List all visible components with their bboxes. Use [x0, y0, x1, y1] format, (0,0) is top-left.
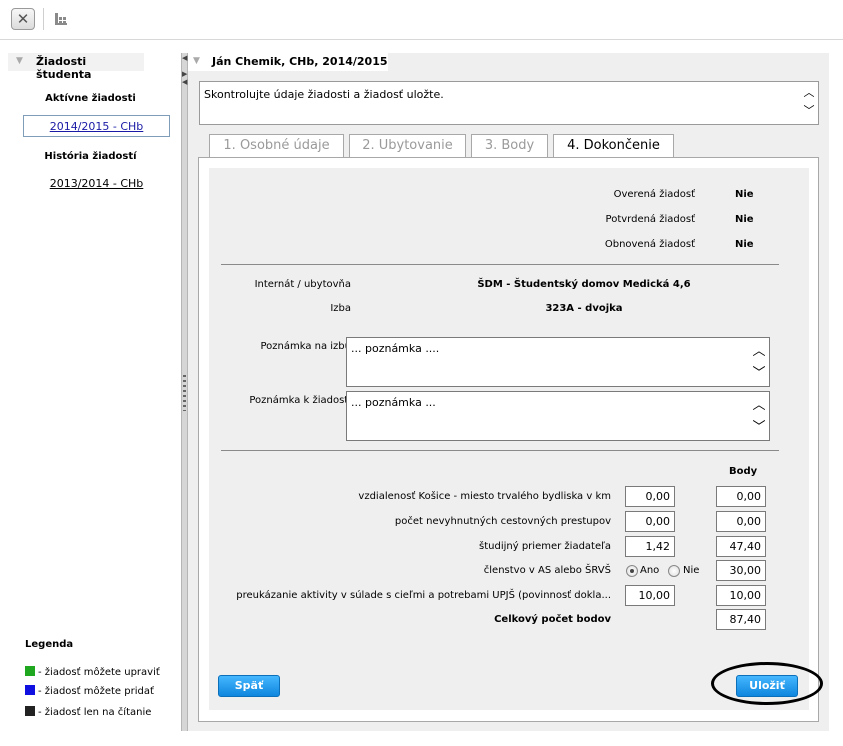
membership-yes-radio[interactable] — [626, 565, 638, 577]
info-message: Skontrolujte údaje žiadosti a žiadosť ul… — [204, 88, 444, 101]
history-heading: História žiadostí — [44, 151, 137, 162]
history-request-link[interactable]: 2013/2014 - CHb — [23, 177, 170, 190]
legend-item: - žiadosť môžete pridať — [25, 685, 154, 697]
scroll-down-icon: ﹀ — [752, 420, 766, 435]
gpa-input[interactable]: 1,42 — [625, 536, 675, 557]
gpa-label: študijný priemer žiadateľa — [479, 541, 611, 552]
membership-no-label[interactable]: Nie — [683, 565, 699, 576]
transfers-input[interactable]: 0,00 — [625, 511, 675, 532]
scroll-arrows[interactable]: ︿ ﹀ — [751, 341, 767, 385]
confirmed-label: Potvrdená žiadosť — [605, 214, 695, 225]
legend-swatch-green — [25, 666, 35, 676]
activity-label: preukázanie aktivity v súlade s cieľmi a… — [236, 590, 611, 601]
distance-points: 0,00 — [716, 486, 766, 507]
active-requests-heading: Aktívne žiadosti — [45, 93, 136, 104]
membership-no-radio[interactable] — [668, 565, 680, 577]
main-header[interactable]: ▼ Ján Chemik, CHb, 2014/2015 — [188, 53, 388, 71]
scroll-up-icon: ︿ — [752, 398, 766, 413]
transfers-label: počet nevyhnutných cestovných prestupov — [394, 516, 611, 527]
active-request-link[interactable]: 2014/2015 - CHb — [23, 115, 170, 137]
dorm-label: Internát / ubytovňa — [254, 279, 351, 290]
info-message-box: Skontrolujte údaje žiadosti a žiadosť ul… — [199, 81, 819, 125]
room-note-text: ... poznámka .... — [351, 342, 440, 355]
legend-title: Legenda — [25, 639, 74, 650]
grid-icon[interactable] — [54, 12, 68, 26]
confirmed-value: Nie — [735, 214, 754, 225]
save-highlight-ring — [711, 662, 823, 705]
total-points: 87,40 — [716, 609, 766, 630]
request-note-label: Poznámka k žiadosti — [249, 395, 351, 406]
scroll-up-icon: ︿ — [803, 86, 815, 99]
room-note-field[interactable]: ... poznámka .... ︿ ﹀ — [346, 337, 770, 387]
tab-points[interactable]: 3. Body — [471, 134, 548, 157]
collapse-triangle-icon[interactable]: ▼ — [193, 56, 200, 66]
tab-panel: Overená žiadosť Nie Potvrdená žiadosť Ni… — [198, 157, 819, 722]
splitter-grip[interactable] — [183, 375, 186, 411]
legend-item: - žiadosť môžete upraviť — [25, 666, 160, 678]
total-label: Celkový počet bodov — [494, 614, 611, 625]
verified-value: Nie — [735, 189, 754, 200]
membership-label: členstvo v AS alebo ŠRVŠ — [483, 565, 611, 576]
main-panel: ▼ Ján Chemik, CHb, 2014/2015 Skontrolujt… — [188, 53, 829, 731]
scroll-down-icon: ﹀ — [803, 104, 815, 117]
request-note-text: ... poznámka ... — [351, 396, 436, 409]
completion-content: Overená žiadosť Nie Potvrdená žiadosť Ni… — [209, 168, 809, 710]
legend-swatch-black — [25, 706, 35, 716]
back-button[interactable]: Späť — [218, 675, 280, 697]
sidebar: ▼ Žiadosti študenta Aktívne žiadosti 201… — [0, 53, 181, 731]
divider — [221, 264, 779, 265]
divider — [221, 450, 779, 451]
scroll-up-icon: ︿ — [752, 344, 766, 359]
room-label: Izba — [330, 303, 351, 314]
membership-points: 30,00 — [716, 560, 766, 581]
distance-input[interactable]: 0,00 — [625, 486, 675, 507]
request-note-field[interactable]: ... poznámka ... ︿ ﹀ — [346, 391, 770, 441]
panel-splitter[interactable]: ◀ ▶ ◀ — [181, 53, 188, 731]
legend-item: - žiadosť len na čítanie — [25, 706, 151, 718]
membership-yes-label[interactable]: Ano — [640, 565, 659, 576]
tab-personal-data[interactable]: 1. Osobné údaje — [209, 134, 344, 157]
expand-right-arrow-icon[interactable]: ▶ — [182, 71, 187, 78]
gpa-points: 47,40 — [716, 536, 766, 557]
tab-accommodation[interactable]: 2. Ubytovanie — [349, 134, 466, 157]
toolbar: ✕ — [0, 0, 843, 40]
close-icon: ✕ — [16, 10, 30, 28]
transfers-points: 0,00 — [716, 511, 766, 532]
sidebar-title: Žiadosti študenta — [36, 55, 92, 81]
activity-input[interactable]: 10,00 — [625, 585, 675, 606]
dorm-value: ŠDM - Študentský domov Medická 4,6 — [477, 279, 691, 290]
legend-swatch-blue — [25, 685, 35, 695]
close-button[interactable]: ✕ — [11, 8, 35, 30]
points-header: Body — [729, 466, 758, 477]
distance-label: vzdialenosť Košice - miesto trvalého byd… — [358, 491, 611, 502]
room-value: 323A - dvojka — [545, 303, 623, 314]
collapse-triangle-icon[interactable]: ▼ — [16, 56, 23, 66]
scroll-arrows[interactable]: ︿ ﹀ — [802, 84, 816, 120]
collapse-left-arrow-icon[interactable]: ◀ — [182, 79, 187, 86]
sidebar-header[interactable]: ▼ Žiadosti študenta — [8, 53, 144, 81]
renewed-label: Obnovená žiadosť — [604, 239, 695, 250]
collapse-left-arrow-icon[interactable]: ◀ — [182, 55, 187, 62]
toolbar-separator — [43, 8, 44, 30]
scroll-arrows[interactable]: ︿ ﹀ — [751, 395, 767, 439]
renewed-value: Nie — [735, 239, 754, 250]
tab-completion[interactable]: 4. Dokončenie — [553, 134, 674, 158]
verified-label: Overená žiadosť — [613, 189, 695, 200]
applicant-title: Ján Chemik, CHb, 2014/2015 — [212, 55, 388, 68]
room-note-label: Poznámka na izbu — [260, 341, 351, 352]
activity-points: 10,00 — [716, 585, 766, 606]
scroll-down-icon: ﹀ — [752, 366, 766, 381]
